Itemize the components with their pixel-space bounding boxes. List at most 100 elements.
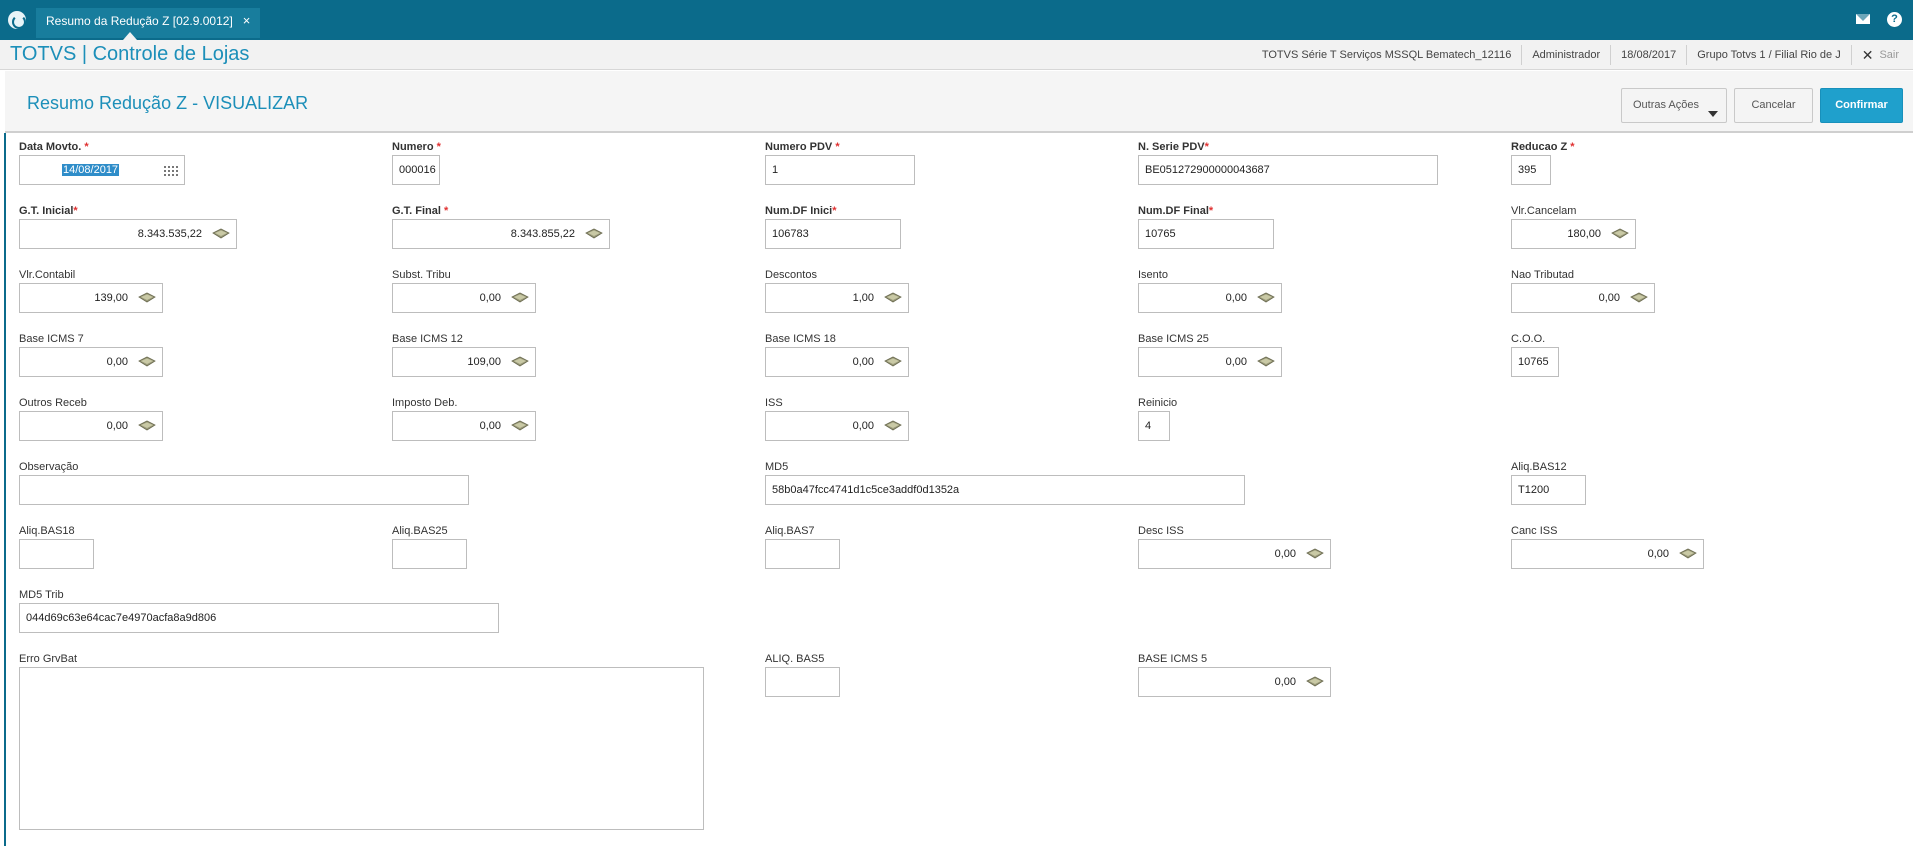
money-icon[interactable] [1306, 548, 1324, 559]
base-icms-25-input[interactable]: 0,00 [1138, 347, 1282, 377]
money-icon[interactable] [884, 356, 902, 367]
gt-final-input[interactable]: 8.343.855,22 [392, 219, 610, 249]
vlr-cancelam-input[interactable]: 180,00 [1511, 219, 1636, 249]
data-movto-input[interactable]: 14/08/2017 [19, 155, 185, 185]
label-num-df-inici: Num.DF Inici [765, 205, 833, 217]
money-icon[interactable] [511, 292, 529, 303]
label-coo: C.O.O. [1511, 333, 1546, 345]
label-vlr-cancelam: Vlr.Cancelam [1511, 205, 1577, 217]
left-accent-line [4, 133, 6, 846]
page-title: Resumo Redução Z - VISUALIZAR [27, 93, 309, 113]
base-icms-18-input[interactable]: 0,00 [765, 347, 909, 377]
coo-input[interactable]: 10765 [1511, 347, 1559, 377]
numero-pdv-input[interactable]: 1 [765, 155, 915, 185]
cancel-button[interactable]: Cancelar [1734, 88, 1813, 123]
base-icms-7-input[interactable]: 0,00 [19, 347, 163, 377]
label-reducao-z: Reducao Z [1511, 141, 1568, 153]
numero-input[interactable]: 000016 [392, 155, 440, 185]
tab-notch [123, 32, 137, 40]
mail-icon[interactable] [1856, 14, 1870, 24]
label-base-icms-5: BASE ICMS 5 [1138, 653, 1208, 665]
label-numero: Numero [392, 141, 434, 153]
totvs-logo-icon[interactable] [8, 11, 26, 29]
money-icon[interactable] [138, 292, 156, 303]
label-reinicio: Reinicio [1138, 397, 1178, 409]
observacao-input[interactable] [19, 475, 469, 505]
money-icon[interactable] [1257, 356, 1275, 367]
canc-iss-input[interactable]: 0,00 [1511, 539, 1704, 569]
exit-label: Sair [1879, 49, 1899, 61]
chevron-down-icon [1708, 111, 1718, 117]
base-icms-5-input[interactable]: 0,00 [1138, 667, 1331, 697]
other-actions-label: Outras Ações [1632, 99, 1700, 111]
desc-iss-input[interactable]: 0,00 [1138, 539, 1331, 569]
tab-resumo-reducao-z[interactable]: Resumo da Redução Z [02.9.0012] × [36, 8, 261, 38]
label-base-icms-12: Base ICMS 12 [392, 333, 463, 345]
app-info: TOTVS Série T Serviços MSSQL Bematech_12… [1252, 40, 1913, 70]
isento-input[interactable]: 0,00 [1138, 283, 1282, 313]
label-iss: ISS [765, 397, 783, 409]
label-aliq-bas7: Aliq.BAS7 [765, 525, 815, 537]
money-icon[interactable] [585, 228, 603, 239]
calendar-icon[interactable] [164, 164, 178, 176]
money-icon[interactable] [1257, 292, 1275, 303]
num-df-final-input[interactable]: 10765 [1138, 219, 1274, 249]
label-subst-tribu: Subst. Tribu [392, 269, 451, 281]
user-label: Administrador [1521, 45, 1610, 65]
money-icon[interactable] [511, 356, 529, 367]
label-num-df-final: Num.DF Final [1138, 205, 1209, 217]
reinicio-input[interactable]: 4 [1138, 411, 1170, 441]
money-icon[interactable] [884, 420, 902, 431]
label-nao-tributad: Nao Tributad [1511, 269, 1574, 281]
top-bar: Resumo da Redução Z [02.9.0012] × ? [0, 0, 1913, 40]
label-vlr-contabil: Vlr.Contabil [19, 269, 76, 281]
label-aliq-bas18: Aliq.BAS18 [19, 525, 75, 537]
n-serie-pdv-input[interactable]: BE051272900000043687 [1138, 155, 1438, 185]
outros-receb-input[interactable]: 0,00 [19, 411, 163, 441]
label-data-movto: Data Movto. [19, 141, 82, 153]
erro-grvbat-textarea[interactable] [19, 667, 704, 830]
label-isento: Isento [1138, 269, 1168, 281]
date-label: 18/08/2017 [1610, 45, 1686, 65]
label-aliq-bas12: Aliq.BAS12 [1511, 461, 1567, 473]
money-icon[interactable] [511, 420, 529, 431]
money-icon[interactable] [884, 292, 902, 303]
aliq-bas25-input[interactable] [392, 539, 467, 569]
tab-close-icon[interactable]: × [243, 8, 251, 34]
exit-button[interactable]: ✕ Sair [1850, 45, 1913, 65]
money-icon[interactable] [138, 420, 156, 431]
money-icon[interactable] [138, 356, 156, 367]
page-header: Resumo Redução Z - VISUALIZAR Outras Açõ… [5, 71, 1913, 133]
label-base-icms-18: Base ICMS 18 [765, 333, 836, 345]
reducao-z-input[interactable]: 395 [1511, 155, 1551, 185]
help-icon[interactable]: ? [1887, 12, 1902, 27]
descontos-input[interactable]: 1,00 [765, 283, 909, 313]
gt-inicial-input[interactable]: 8.343.535,22 [19, 219, 237, 249]
branch-label: Grupo Totvs 1 / Filial Rio de J [1686, 45, 1850, 65]
base-icms-12-input[interactable]: 109,00 [392, 347, 536, 377]
aliq-bas12-input[interactable]: T1200 [1511, 475, 1586, 505]
label-canc-iss: Canc ISS [1511, 525, 1558, 537]
money-icon[interactable] [1306, 676, 1324, 687]
iss-input[interactable]: 0,00 [765, 411, 909, 441]
md5-trib-input[interactable]: 044d69c63e64cac7e4970acfa8a9d806 [19, 603, 499, 633]
tab-title: Resumo da Redução Z [02.9.0012] [46, 14, 233, 28]
confirm-button[interactable]: Confirmar [1820, 88, 1903, 123]
label-gt-final: G.T. Final [392, 205, 441, 217]
md5-input[interactable]: 58b0a47fcc4741d1c5ce3addf0d1352a [765, 475, 1245, 505]
num-df-inici-input[interactable]: 106783 [765, 219, 901, 249]
label-n-serie-pdv: N. Serie PDV [1138, 141, 1205, 153]
money-icon[interactable] [1611, 228, 1629, 239]
label-aliq-bas5: ALIQ. BAS5 [765, 653, 825, 665]
aliq-bas7-input[interactable] [765, 539, 840, 569]
vlr-contabil-input[interactable]: 139,00 [19, 283, 163, 313]
subst-tribu-input[interactable]: 0,00 [392, 283, 536, 313]
aliq-bas18-input[interactable] [19, 539, 94, 569]
money-icon[interactable] [1679, 548, 1697, 559]
aliq-bas5-input[interactable] [765, 667, 840, 697]
nao-tributad-input[interactable]: 0,00 [1511, 283, 1655, 313]
other-actions-button[interactable]: Outras Ações [1621, 88, 1727, 123]
imposto-deb-input[interactable]: 0,00 [392, 411, 536, 441]
money-icon[interactable] [1630, 292, 1648, 303]
money-icon[interactable] [212, 228, 230, 239]
